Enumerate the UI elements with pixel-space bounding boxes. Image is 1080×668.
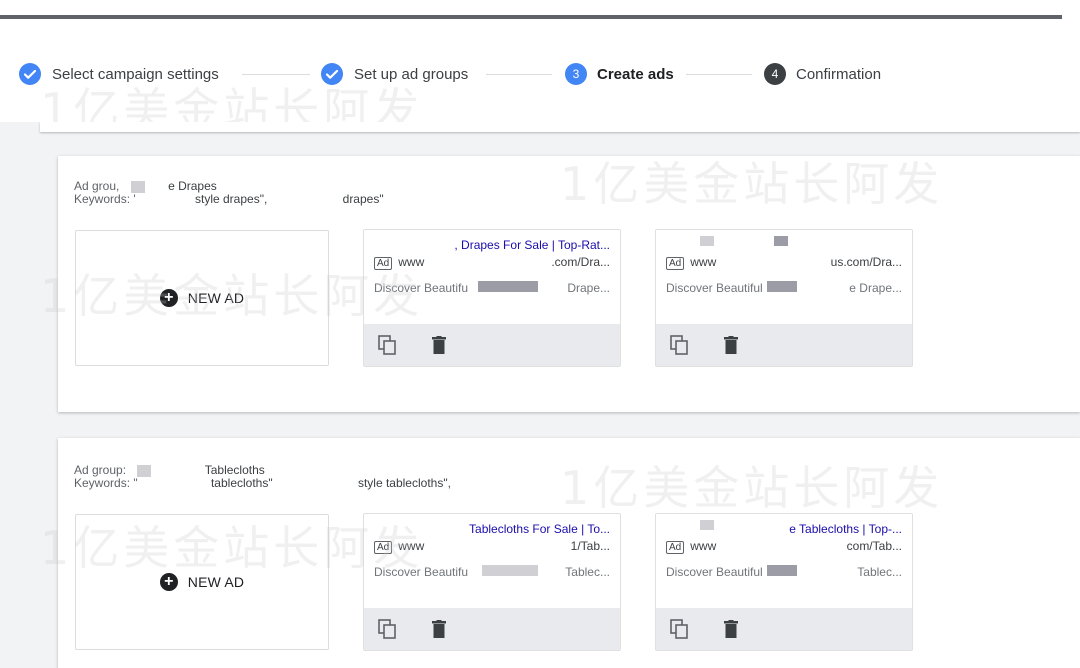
keyword: drapes" xyxy=(342,192,384,206)
ad-headline[interactable]: , Drapes For Sale | Top-Rat... xyxy=(374,238,610,254)
delete-icon[interactable] xyxy=(428,618,450,640)
ad-group-name: e Drapes xyxy=(168,179,217,193)
previous-card-edge xyxy=(40,122,1080,132)
ad-description: Discover Beautiful e Drape... xyxy=(666,281,902,295)
ad-actions-bar xyxy=(656,608,912,650)
step-label: Confirmation xyxy=(796,65,882,83)
ad-description: Discover Beautifu Drape... xyxy=(374,281,610,295)
ad-description: Discover Beautiful Tablec... xyxy=(666,565,902,579)
ad-group-card: Ad grou, e Drapes Keywords: ' style drap… xyxy=(58,156,1080,412)
plus-icon: + xyxy=(159,573,178,591)
redacted-block xyxy=(700,520,714,530)
redacted-block xyxy=(766,281,797,292)
step-connector xyxy=(686,74,752,75)
ad-display-url: Ad www com/Tab... xyxy=(666,539,902,555)
ad-headline[interactable]: Tablecloths For Sale | To... xyxy=(374,522,610,538)
ad-group-info: Ad group: Tablecloths Keywords: " tablec… xyxy=(74,464,451,490)
ad-preview-card[interactable]: Ad www us.com/Dra... Discover Beautiful e… xyxy=(655,229,913,367)
step-set-up-ad-groups[interactable]: Set up ad groups xyxy=(320,44,468,104)
delete-icon[interactable] xyxy=(428,334,450,356)
ad-group-label: Ad grou, xyxy=(74,179,120,193)
ad-actions-bar xyxy=(364,608,620,650)
new-ad-button[interactable]: + NEW AD xyxy=(75,514,329,650)
ad-actions-bar xyxy=(656,324,912,366)
copy-icon[interactable] xyxy=(376,334,398,356)
keyword: style drapes", xyxy=(195,192,268,206)
ad-group-name: Tablecloths xyxy=(204,463,265,477)
ad-display-url: Ad www us.com/Dra... xyxy=(666,255,902,271)
copy-icon[interactable] xyxy=(376,618,398,640)
redacted-block xyxy=(700,236,714,246)
new-ad-label: NEW AD xyxy=(187,574,245,590)
step-confirmation[interactable]: 4 Confirmation xyxy=(764,44,881,104)
ad-display-url: Ad www .com/Dra... xyxy=(374,255,610,271)
new-ad-button[interactable]: + NEW AD xyxy=(75,230,329,366)
copy-icon[interactable] xyxy=(668,334,690,356)
check-circle-icon xyxy=(320,62,344,86)
delete-icon[interactable] xyxy=(720,334,742,356)
step-number-badge: 4 xyxy=(764,63,786,85)
ad-preview-card[interactable]: e Tablecloths | Top-... Ad www com/Tab...… xyxy=(655,513,913,651)
step-connector xyxy=(242,74,310,75)
ad-preview-card[interactable]: , Drapes For Sale | Top-Rat... Ad www .co… xyxy=(363,229,621,367)
ad-badge: Ad xyxy=(666,257,685,270)
ad-badge: Ad xyxy=(666,541,685,554)
redacted-block xyxy=(478,281,539,292)
check-circle-icon xyxy=(18,62,42,86)
ad-preview-card[interactable]: Tablecloths For Sale | To... Ad www 1/Tab… xyxy=(363,513,621,651)
plus-icon: + xyxy=(159,289,178,307)
ad-group-card: Ad group: Tablecloths Keywords: " tablec… xyxy=(58,438,1080,668)
redacted-block xyxy=(482,565,539,576)
campaign-stepper: Select campaign settings Set up ad group… xyxy=(0,44,1080,104)
keywords-label: Keywords: " xyxy=(74,476,138,490)
copy-icon[interactable] xyxy=(668,618,690,640)
keyword: style tablecloths", xyxy=(357,476,451,490)
ad-description: Discover Beautifu Tablec... xyxy=(374,565,610,579)
redacted-block xyxy=(766,565,797,576)
ad-badge: Ad xyxy=(374,541,393,554)
step-select-campaign-settings[interactable]: Select campaign settings xyxy=(18,44,219,104)
ad-actions-bar xyxy=(364,324,620,366)
ad-display-url: Ad www 1/Tab... xyxy=(374,539,610,555)
delete-icon[interactable] xyxy=(720,618,742,640)
step-connector xyxy=(486,74,552,75)
step-label: Create ads xyxy=(597,65,674,83)
step-create-ads[interactable]: 3 Create ads xyxy=(565,44,674,104)
step-number-badge: 3 xyxy=(565,63,587,85)
top-bar xyxy=(0,15,1062,19)
keyword: tablecloths" xyxy=(210,476,273,490)
ad-badge: Ad xyxy=(374,257,393,270)
step-label: Select campaign settings xyxy=(52,65,219,83)
content-area: Ad grou, e Drapes Keywords: ' style drap… xyxy=(0,122,1080,668)
ad-group-label: Ad group: xyxy=(74,463,127,477)
step-label: Set up ad groups xyxy=(354,65,469,83)
new-ad-label: NEW AD xyxy=(187,290,245,306)
redacted-block xyxy=(774,236,788,246)
keywords-label: Keywords: ' xyxy=(74,192,136,206)
ad-group-info: Ad grou, e Drapes Keywords: ' style drap… xyxy=(74,180,384,206)
